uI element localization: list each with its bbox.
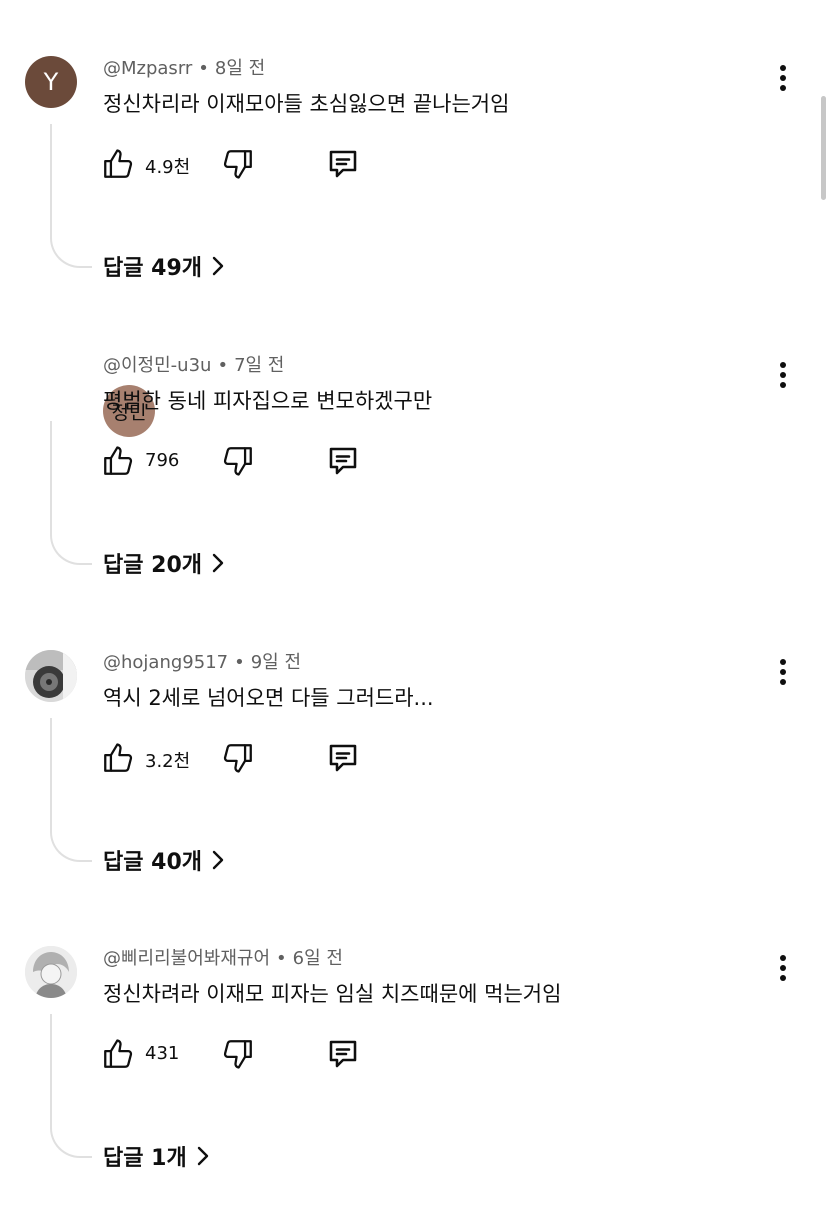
- reply-icon: [329, 744, 357, 772]
- like-icon: [104, 743, 133, 772]
- replies-label: 답글 20개: [103, 553, 202, 578]
- more-vertical-icon: [780, 362, 786, 388]
- comment-text: 정신차리라 이재모아들 초심잃으면 끝나는거임: [103, 92, 510, 116]
- author-name[interactable]: @hojang9517: [103, 652, 228, 673]
- comment-meta: @삐리리불어봐재규어 • 6일 전: [103, 944, 343, 970]
- more-vertical-icon: [780, 65, 786, 91]
- comment-item: Y @Mzpasrr • 8일 전 정신차리라 이재모아들 초심잃으면 끝나는거임 …: [0, 28, 835, 324]
- avatar[interactable]: [25, 650, 77, 702]
- like-icon: [104, 446, 133, 475]
- reply-button[interactable]: [325, 146, 361, 182]
- thread-line: [50, 718, 92, 862]
- chevron-right-icon: [197, 1146, 208, 1166]
- comment-time[interactable]: 7일 전: [234, 355, 284, 376]
- more-options-button[interactable]: [768, 357, 798, 393]
- view-replies-button[interactable]: 답글 1개: [103, 1140, 211, 1172]
- dislike-button[interactable]: [220, 740, 256, 776]
- comment-item: @hojang9517 • 9일 전 역시 2세로 넘어오면 다들 그러드라... …: [0, 622, 835, 918]
- replies-label: 답글 49개: [103, 256, 202, 281]
- thread-line: [50, 421, 92, 565]
- view-replies-button[interactable]: 답글 20개: [103, 547, 226, 579]
- separator-dot: •: [217, 355, 229, 376]
- chevron-right-icon: [212, 256, 224, 276]
- separator-dot: •: [198, 58, 209, 79]
- avatar-photo: [25, 946, 77, 998]
- chevron-right-icon: [212, 553, 224, 573]
- comment-item: 정민 @이정민-u3u • 7일 전 평범한 동네 피자집으로 변모하겠구만 796…: [0, 325, 835, 621]
- like-count: 796: [145, 450, 180, 471]
- reply-button[interactable]: [325, 740, 361, 776]
- like-count: 4.9천: [145, 157, 191, 178]
- dislike-icon: [223, 1040, 252, 1069]
- like-button[interactable]: [100, 740, 136, 776]
- view-replies-button[interactable]: 답글 49개: [103, 250, 226, 282]
- reply-button[interactable]: [325, 443, 361, 479]
- more-options-button[interactable]: [768, 950, 798, 986]
- like-icon: [104, 149, 133, 178]
- more-options-button[interactable]: [768, 654, 798, 690]
- view-replies-button[interactable]: 답글 40개: [103, 844, 226, 876]
- avatar-photo: [25, 650, 77, 702]
- reply-icon: [329, 447, 357, 475]
- author-name[interactable]: @Mzpasrr: [103, 58, 192, 79]
- comment-time[interactable]: 8일 전: [215, 58, 265, 79]
- more-vertical-icon: [780, 955, 786, 981]
- like-count: 3.2천: [145, 751, 191, 772]
- comment-item: @삐리리불어봐재규어 • 6일 전 정신차려라 이재모 피자는 임실 치즈때문에 먹…: [0, 918, 835, 1214]
- like-icon: [104, 1039, 133, 1068]
- comment-meta: @hojang9517 • 9일 전: [103, 648, 301, 674]
- avatar[interactable]: Y: [25, 56, 77, 108]
- like-count: 431: [145, 1043, 180, 1064]
- comment-time[interactable]: 6일 전: [293, 948, 343, 969]
- reply-button[interactable]: [325, 1036, 361, 1072]
- like-button[interactable]: [100, 1036, 136, 1072]
- reply-icon: [329, 150, 357, 178]
- comment-text: 역시 2세로 넘어오면 다들 그러드라...: [103, 686, 434, 710]
- replies-label: 답글 1개: [103, 1146, 187, 1171]
- dislike-button[interactable]: [220, 443, 256, 479]
- like-button[interactable]: [100, 443, 136, 479]
- comment-text: 평범한 동네 피자집으로 변모하겠구만: [103, 389, 433, 413]
- reply-icon: [329, 1040, 357, 1068]
- thread-line: [50, 124, 92, 268]
- more-options-button[interactable]: [768, 60, 798, 96]
- comment-meta: @이정민-u3u • 7일 전: [103, 351, 284, 377]
- more-vertical-icon: [780, 659, 786, 685]
- thread-line: [50, 1014, 92, 1158]
- scrollbar[interactable]: [821, 96, 826, 200]
- dislike-icon: [223, 150, 252, 179]
- separator-dot: •: [276, 948, 287, 969]
- replies-label: 답글 40개: [103, 850, 202, 875]
- dislike-icon: [223, 447, 252, 476]
- comment-text: 정신차려라 이재모 피자는 임실 치즈때문에 먹는거임: [103, 982, 562, 1006]
- like-button[interactable]: [100, 146, 136, 182]
- comment-meta: @Mzpasrr • 8일 전: [103, 54, 265, 80]
- comment-time[interactable]: 9일 전: [251, 652, 301, 673]
- dislike-button[interactable]: [220, 1036, 256, 1072]
- dislike-button[interactable]: [220, 146, 256, 182]
- author-name[interactable]: @삐리리불어봐재규어: [103, 948, 270, 969]
- dislike-icon: [223, 744, 252, 773]
- author-name[interactable]: @이정민-u3u: [103, 355, 211, 376]
- separator-dot: •: [234, 652, 245, 673]
- chevron-right-icon: [212, 850, 224, 870]
- avatar[interactable]: [25, 946, 77, 998]
